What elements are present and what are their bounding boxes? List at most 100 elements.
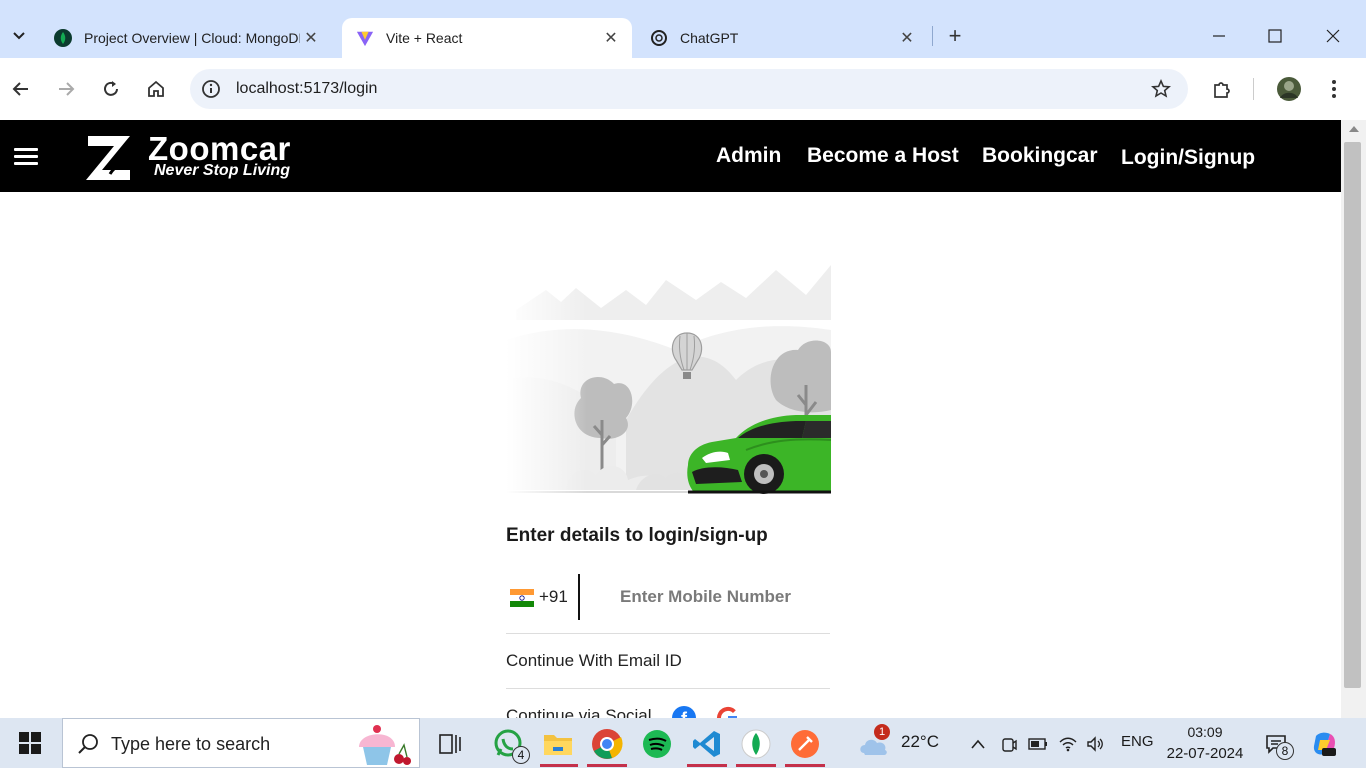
volume-button[interactable] [1078,726,1114,762]
kebab-menu-icon [1332,80,1336,98]
whatsapp-badge: 4 [512,746,530,764]
chatgpt-logo-icon [650,29,668,47]
zoomcar-logo[interactable]: Zoomcar Never Stop Living [84,130,304,182]
taskbar-clock[interactable]: 03:09 22-07-2024 [1160,722,1250,764]
tab-search-button[interactable] [4,22,34,50]
close-tab-icon[interactable]: ✕ [896,27,918,49]
chrome-active-indicator [587,764,627,767]
chrome-icon [592,729,623,759]
language-indicator[interactable]: ENG [1121,733,1154,750]
hero-car-illustration [506,260,831,495]
task-view-icon [439,734,461,754]
bookmark-star-icon[interactable] [1150,78,1172,100]
vscode-active-indicator [687,764,727,767]
reload-button[interactable] [96,74,126,104]
nav-become-host[interactable]: Become a Host [807,144,959,168]
forward-button[interactable] [51,74,81,104]
file-explorer-button[interactable] [540,726,576,762]
url-text: localhost:5173/login [236,80,378,97]
continue-email-label: Continue With Email ID [506,651,682,670]
chevron-down-icon [13,32,25,40]
postman-active-indicator [785,764,825,767]
india-flag-icon[interactable] [510,589,534,607]
clock-time: 03:09 [1187,724,1223,740]
page-viewport: Zoomcar Never Stop Living Admin Become a… [0,120,1341,718]
mongodb-active-indicator [736,764,776,767]
task-view-button[interactable] [432,726,468,762]
chrome-taskbar-button[interactable] [589,726,625,762]
maximize-button[interactable] [1252,20,1298,52]
maximize-icon [1268,29,1282,43]
back-button[interactable] [6,74,36,104]
tab-title: Vite + React [386,30,463,46]
scrollbar-thumb[interactable] [1344,142,1361,688]
mongodb-leaf-icon [54,29,72,47]
hamburger-menu-icon[interactable] [14,148,38,166]
close-window-button[interactable] [1310,20,1356,52]
continue-email-option[interactable]: Continue With Email ID [506,634,830,689]
temperature-text[interactable]: 22°C [901,732,939,752]
home-button[interactable] [141,74,171,104]
spotify-icon [643,730,671,758]
close-tab-icon[interactable]: ✕ [300,27,322,49]
input-divider [578,574,580,620]
spotify-taskbar-button[interactable] [639,726,675,762]
minimize-icon [1213,35,1225,37]
home-icon [148,80,164,97]
scroll-up-arrow-icon[interactable] [1349,126,1359,132]
reload-icon [104,81,118,96]
notification-count-badge: 8 [1276,742,1294,760]
taskbar-search-box[interactable]: Type here to search [62,718,420,768]
weather-widget[interactable]: 1 [856,724,892,762]
tab-vite-react[interactable]: Vite + React ✕ [342,18,632,58]
facebook-icon[interactable]: f [672,706,696,718]
wifi-icon [1059,737,1077,752]
tab-separator [932,26,933,46]
google-icon[interactable] [716,706,740,718]
weather-badge: 1 [874,724,890,740]
nav-bookingcar[interactable]: Bookingcar [982,144,1098,168]
explorer-active-indicator [540,764,578,767]
chevron-up-icon [971,739,985,749]
copilot-button[interactable] [1306,726,1342,762]
close-icon [1326,29,1340,43]
new-tab-button[interactable]: + [940,22,970,50]
tab-title: Project Overview | Cloud: MongoDB Cloud [84,30,300,46]
toolbar-divider [1253,78,1254,100]
mobile-number-input[interactable] [602,580,828,614]
continue-social-row: Continue via Social f [506,706,830,718]
puzzle-piece-icon [1214,82,1230,98]
browser-tab-strip: Project Overview | Cloud: MongoDB Cloud … [0,0,1366,58]
site-info-icon[interactable] [200,78,222,100]
battery-icon [1028,738,1047,750]
whatsapp-taskbar-button[interactable]: 4 [490,726,530,764]
folder-icon [544,735,572,755]
close-tab-icon[interactable]: ✕ [600,27,622,49]
nav-login-signup[interactable]: Login/Signup [1121,146,1255,170]
login-heading: Enter details to login/sign-up [506,525,768,546]
copilot-icon [1313,732,1336,756]
tab-mongodb[interactable]: Project Overview | Cloud: MongoDB Cloud … [40,18,332,58]
brand-tagline: Never Stop Living [154,162,291,179]
postman-taskbar-button[interactable] [787,726,823,762]
speaker-icon [1087,736,1103,752]
start-button[interactable] [8,728,52,758]
postman-icon [791,730,819,758]
continue-social-label: Continue via Social [506,706,652,718]
mongodb-compass-taskbar-button[interactable] [738,726,774,762]
extensions-button[interactable] [1207,74,1237,104]
phone-input-row: +91 [506,572,830,634]
nav-admin[interactable]: Admin [716,144,781,168]
tab-title: ChatGPT [680,30,739,46]
profile-avatar[interactable] [1274,74,1304,104]
minimize-button[interactable] [1196,20,1242,52]
windows-taskbar: Type here to search 4 1 22°C ENG 03:09 2… [0,718,1366,768]
menu-button[interactable] [1319,74,1349,104]
country-code[interactable]: +91 [539,587,568,607]
tab-chatgpt[interactable]: ChatGPT ✕ [636,18,928,58]
vscode-taskbar-button[interactable] [689,726,725,762]
address-bar[interactable]: localhost:5173/login [190,69,1188,109]
page-scrollbar[interactable] [1341,120,1366,718]
zoomcar-z-mark-icon [86,136,132,180]
notification-center-button[interactable]: 8 [1258,726,1294,762]
